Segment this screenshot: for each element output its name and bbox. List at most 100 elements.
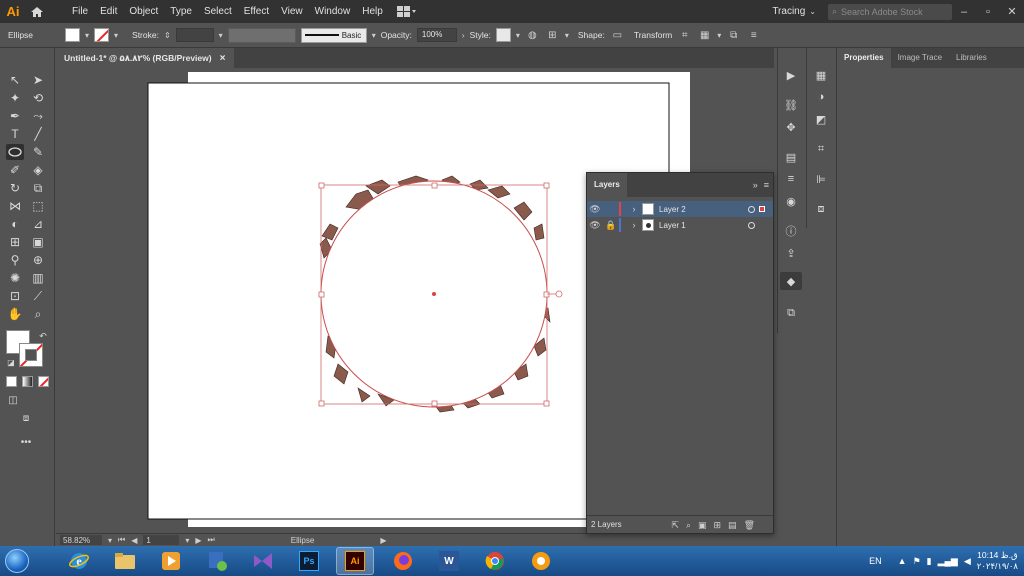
free-transform-tool-icon[interactable]: ⬚	[29, 198, 47, 214]
status-menu-icon[interactable]: ▶	[380, 536, 386, 545]
new-layer-icon[interactable]: ▤	[728, 520, 737, 531]
swap-fill-stroke-icon[interactable]: ↶	[34, 328, 52, 344]
slice-tool-icon[interactable]: ⟋	[29, 288, 47, 304]
new-sublayer-icon[interactable]: ⊞	[714, 520, 722, 531]
fill-dropdown-icon[interactable]: ▾	[85, 31, 89, 40]
actions-icon[interactable]: ▶	[780, 66, 802, 84]
transform-label[interactable]: Transform	[634, 30, 672, 40]
language-indicator[interactable]: EN	[869, 556, 882, 566]
arrange-documents-icon[interactable]	[396, 5, 421, 19]
recolor-artwork-icon[interactable]: ◍	[525, 28, 540, 43]
ellipse-tool-icon[interactable]	[6, 144, 24, 160]
taskbar-firefox[interactable]	[384, 547, 422, 575]
document-tab[interactable]: Untitled-1* @ ۵۸.۸۲% (RGB/Preview) ×	[56, 48, 234, 68]
fill-swatch[interactable]	[65, 28, 80, 42]
menu-window[interactable]: Window	[309, 0, 357, 23]
export-asset-icon[interactable]: ⇱	[671, 520, 679, 531]
taskbar-media-player[interactable]	[152, 547, 190, 575]
gradient-mode-swatch[interactable]	[22, 376, 33, 387]
layer-row-layer-1[interactable]: 👁 🔒 › Layer 1	[587, 217, 773, 233]
locate-object-icon[interactable]: ⌕	[686, 520, 691, 531]
zoom-tool-icon[interactable]: ⌕	[29, 306, 47, 322]
panel-menu-icon[interactable]: ≡	[764, 180, 769, 190]
stroke-color-swatch[interactable]	[19, 343, 43, 367]
tab-libraries[interactable]: Libraries	[949, 48, 994, 68]
start-button[interactable]	[0, 546, 34, 576]
hand-tool-icon[interactable]: ✋	[6, 306, 24, 322]
transform-panel-icon[interactable]: ⌗	[810, 140, 832, 158]
layer-row-layer-2[interactable]: 👁 › Layer 2	[587, 201, 773, 217]
color-panel-icon[interactable]: ▦	[810, 66, 832, 84]
restore-icon[interactable]: ▫	[976, 6, 1000, 18]
stroke-swatch[interactable]	[94, 28, 110, 42]
zoom-level-field[interactable]: 58.82%	[60, 535, 102, 545]
tab-properties[interactable]: Properties	[837, 48, 891, 68]
brush-definition[interactable]: Basic	[300, 27, 367, 43]
artboard-number-field[interactable]: 1	[143, 535, 180, 545]
expand-arrow-icon[interactable]: ›	[626, 220, 642, 230]
taskbar-chrome[interactable]	[476, 547, 514, 575]
more-tools-icon[interactable]: •••	[17, 434, 35, 450]
taskbar-photoshop[interactable]: Ps	[290, 547, 328, 575]
eyedropper-tool-icon[interactable]: ⚲	[6, 252, 24, 268]
default-fill-stroke-icon[interactable]: ◪	[2, 354, 20, 370]
close-document-icon[interactable]: ×	[220, 53, 226, 64]
status-tool-name[interactable]: Ellipse	[291, 536, 315, 545]
mesh-tool-icon[interactable]: ⊞	[6, 234, 24, 250]
taskbar-illustrator[interactable]: Ai	[336, 547, 374, 575]
gradient-tool-icon[interactable]: ▣	[29, 234, 47, 250]
blend-tool-icon[interactable]: ⊕	[29, 252, 47, 268]
search-stock-input[interactable]: ⌕ Search Adobe Stock	[828, 3, 952, 20]
show-hidden-icons-icon[interactable]: ▲	[898, 556, 907, 566]
variable-width-profile[interactable]	[227, 27, 296, 43]
taskbar-visual-studio[interactable]	[244, 547, 282, 575]
selection-indicator[interactable]	[759, 206, 765, 212]
symbol-sprayer-tool-icon[interactable]: ✺	[6, 270, 24, 286]
direct-selection-tool-icon[interactable]: ➤	[29, 72, 47, 88]
stroke-weight-stepper[interactable]: ⇕	[164, 31, 171, 40]
collapse-panel-icon[interactable]: »	[753, 180, 758, 190]
volume-icon[interactable]: ◀	[964, 556, 971, 567]
prev-artboard-icon[interactable]: ◀	[131, 536, 137, 545]
style-dropdown-icon[interactable]: ▾	[516, 31, 520, 40]
action-center-icon[interactable]: ⚑	[913, 556, 921, 567]
puppet-warp-icon[interactable]: ✥	[780, 118, 802, 136]
scale-tool-icon[interactable]: ⧉	[29, 180, 47, 196]
target-circle-icon[interactable]	[748, 221, 755, 229]
panel-menu-icon[interactable]: ≡	[746, 28, 761, 43]
chevron-down-icon[interactable]: ⌄	[809, 7, 816, 16]
stroke-label[interactable]: Stroke:	[132, 30, 159, 40]
zoom-dropdown-icon[interactable]: ▾	[108, 536, 112, 545]
isolate-icon[interactable]: ▦	[697, 28, 712, 43]
none-mode-swatch[interactable]	[38, 376, 49, 387]
shape-builder-tool-icon[interactable]: ◐	[6, 216, 24, 232]
opacity-field[interactable]: 100%	[416, 28, 457, 42]
graphic-style-swatch[interactable]	[495, 28, 511, 42]
menu-help[interactable]: Help	[356, 0, 389, 23]
layers-panel-icon[interactable]: ◆	[780, 272, 802, 290]
close-icon[interactable]: ✕	[1000, 5, 1024, 18]
stroke-weight-field[interactable]	[175, 28, 214, 42]
shaper-tool-icon[interactable]: ✐	[6, 162, 24, 178]
shape-bounds-icon[interactable]: ▭	[610, 28, 625, 43]
brush-dropdown-icon[interactable]: ▾	[372, 31, 376, 40]
layers-panel-title[interactable]: Layers	[587, 173, 627, 197]
transform-icon[interactable]: ⌗	[677, 28, 692, 43]
color-guide-icon[interactable]: ◑	[810, 88, 832, 106]
curvature-tool-icon[interactable]: ⤳	[29, 108, 47, 124]
links-icon[interactable]: ⛓	[780, 96, 802, 114]
magic-wand-tool-icon[interactable]: ✦	[6, 90, 24, 106]
draw-mode-icon[interactable]: ◫	[4, 392, 22, 408]
opacity-label[interactable]: Opacity:	[381, 30, 412, 40]
layer-name[interactable]: Layer 2	[659, 205, 686, 214]
rotate-tool-icon[interactable]: ↻	[6, 180, 24, 196]
tab-image-trace[interactable]: Image Trace	[891, 48, 949, 68]
selection-tool-icon[interactable]: ↖	[6, 72, 24, 88]
align-icon[interactable]: ⊞	[545, 28, 560, 43]
menu-effect[interactable]: Effect	[238, 0, 275, 23]
taskbar-word[interactable]: W	[430, 547, 468, 575]
stroke-weight-dropdown-icon[interactable]: ▾	[219, 31, 223, 40]
signal-icon[interactable]: ▂▄▆	[938, 556, 958, 567]
artboard-tool-icon[interactable]: ⊡	[6, 288, 24, 304]
menu-file[interactable]: File	[66, 0, 94, 23]
